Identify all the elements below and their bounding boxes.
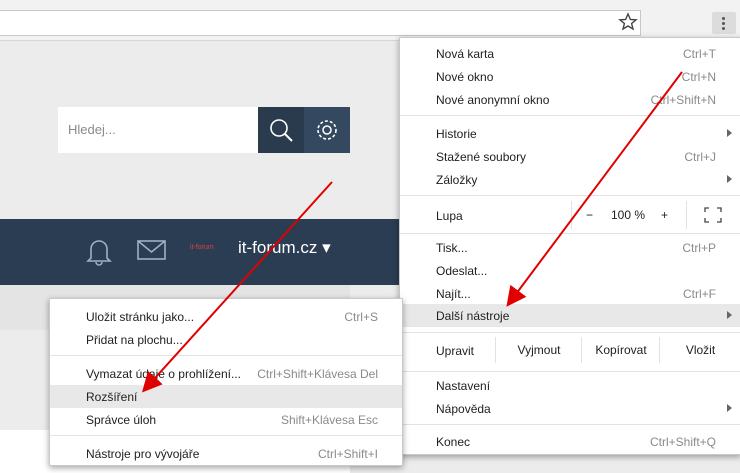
fullscreen-icon[interactable] [704,207,722,226]
menu-item-settings[interactable]: Nastavení [400,374,740,397]
zoom-out-button[interactable]: − [586,208,593,222]
more-tools-submenu: Uložit stránku jako... Ctrl+S Přidat na p… [49,298,403,466]
menu-item-help[interactable]: Nápověda [400,397,740,420]
submenu-arrow-icon [727,175,732,183]
search-button[interactable] [258,107,304,153]
search-icon [270,119,293,142]
menu-item-history[interactable]: Historie [400,122,740,145]
menu-item-cast[interactable]: Odeslat... [400,259,740,282]
menu-item-dev-tools[interactable]: Nástroje pro vývojáře Ctrl+Shift+I [50,442,402,465]
bookmark-star-icon[interactable] [618,12,638,32]
mail-icon[interactable] [136,238,168,267]
menu-item-save-page[interactable]: Uložit stránku jako... Ctrl+S [50,305,402,328]
cut-button[interactable]: Vyjmout [495,337,582,363]
site-navbar [0,219,400,285]
menu-item-downloads[interactable]: Stažené soubory Ctrl+J [400,145,740,168]
settings-button[interactable] [304,107,350,153]
submenu-arrow-icon [727,311,732,319]
menu-item-bookmarks[interactable]: Záložky [400,168,740,191]
menu-item-clear-data[interactable]: Vymazat údaje o prohlížení... Ctrl+Shift+… [50,362,402,385]
menu-item-extensions[interactable]: Rozšíření [50,385,402,408]
chrome-menu-icon[interactable] [712,12,736,34]
tab-strip [0,0,740,8]
submenu-arrow-icon [727,129,732,137]
zoom-level: 100 % [611,208,646,222]
menu-item-add-to-desktop[interactable]: Přidat na plochu... [50,328,402,351]
menu-item-zoom: Lupa − 100 % + [400,201,740,229]
address-bar[interactable] [0,10,641,36]
gear-icon [317,120,337,140]
site-logo-small: it-forum [190,244,214,251]
copy-button[interactable]: Kopírovat [581,337,660,363]
menu-item-new-window[interactable]: Nové okno Ctrl+N [400,65,740,88]
menu-item-find[interactable]: Najít... Ctrl+F [400,282,740,305]
menu-item-task-manager[interactable]: Správce úloh Shift+Klávesa Esc [50,408,402,431]
menu-item-exit[interactable]: Konec Ctrl+Shift+Q [400,430,740,453]
zoom-in-button[interactable]: + [661,208,668,222]
menu-item-more-tools[interactable]: Další nástroje [400,304,740,327]
submenu-arrow-icon [727,404,732,412]
menu-item-new-incognito[interactable]: Nové anonymní okno Ctrl+Shift+N [400,88,740,111]
paste-button[interactable]: Vložit [659,337,740,363]
search-input[interactable]: Hledej... [58,107,258,153]
site-name[interactable]: it-forum.cz ▾ [238,238,331,258]
menu-item-print[interactable]: Tisk... Ctrl+P [400,236,740,259]
chrome-main-menu: Nová karta Ctrl+T Nové okno Ctrl+N Nové an… [399,37,740,455]
menu-item-new-tab[interactable]: Nová karta Ctrl+T [400,42,740,65]
bell-icon[interactable] [85,236,113,271]
search-placeholder: Hledej... [68,122,116,137]
